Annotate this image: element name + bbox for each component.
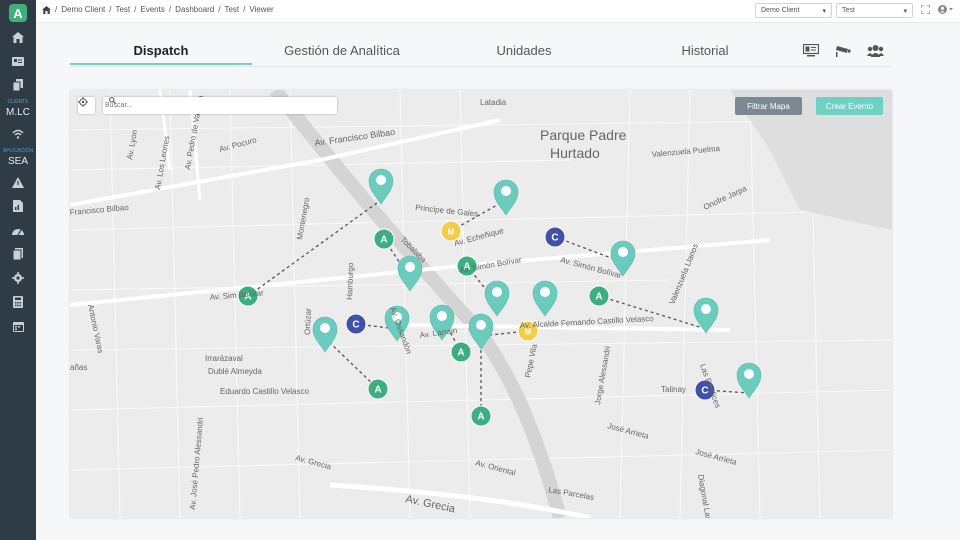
app-label[interactable]: SEA: [0, 156, 36, 167]
unit-marker-letter: A: [380, 235, 387, 246]
filter-map-button[interactable]: Filtrar Mapa: [735, 97, 802, 115]
traffic-light-icon: [492, 287, 502, 297]
client-select[interactable]: Demo Client ▾: [755, 3, 832, 18]
calculator-icon[interactable]: [0, 294, 36, 310]
car-crash-icon: [320, 323, 330, 333]
map-label: añas: [70, 363, 87, 372]
create-event-button[interactable]: Crear Evento: [816, 97, 883, 115]
cctv-camera-icon[interactable]: [835, 44, 851, 60]
locate-button[interactable]: [78, 97, 95, 114]
client-label[interactable]: M.LC: [0, 107, 36, 118]
id-card-icon[interactable]: [0, 53, 36, 69]
active-tab-indicator: [70, 63, 252, 65]
street-light-icon: [476, 320, 486, 330]
warning-icon[interactable]: [0, 174, 36, 190]
dog-icon: [540, 287, 550, 297]
map-label: Talinay: [661, 385, 686, 394]
project-select-value: Test: [842, 7, 855, 14]
unit-marker-letter: A: [477, 412, 484, 423]
client-select-value: Demo Client: [761, 7, 800, 14]
map-search[interactable]: [103, 97, 337, 114]
calendar-icon[interactable]: [0, 318, 36, 334]
breadcrumb-item[interactable]: Demo Client: [61, 5, 105, 14]
map-label: Dublé Almeyda: [208, 367, 262, 376]
unit-marker-letter: A: [374, 385, 381, 396]
graffiti-icon: [744, 369, 754, 379]
user-menu-icon[interactable]: [938, 5, 954, 16]
gear-icon[interactable]: [0, 270, 36, 286]
fire-icon: [376, 175, 386, 185]
map-label: Latadia: [480, 98, 507, 107]
report-icon[interactable]: [0, 198, 36, 214]
person-icon: [501, 186, 511, 196]
map-label: Eduardo Castillo Velasco: [220, 387, 309, 396]
app-caption: APLICACIÓN: [2, 148, 34, 154]
chevron-down-icon: ▾: [903, 7, 907, 15]
dispatch-map[interactable]: AAAAAAACCCMM Latadia Parque Padre Hurtado A…: [70, 90, 892, 518]
unit-marker-carabineros[interactable]: C: [345, 313, 367, 335]
users-group-icon[interactable]: [867, 44, 884, 60]
unit-marker-carabineros[interactable]: C: [544, 226, 566, 248]
breadcrumb-item[interactable]: Test: [115, 5, 130, 14]
breadcrumb-item[interactable]: Dashboard: [175, 5, 214, 14]
home-icon[interactable]: [0, 29, 36, 45]
unit-marker-ambulance[interactable]: A: [588, 285, 610, 307]
home-icon[interactable]: [42, 5, 51, 14]
unit-marker-letter: C: [352, 320, 359, 331]
wifi-icon[interactable]: [0, 126, 36, 142]
unit-marker-ambulance[interactable]: A: [367, 378, 389, 400]
breadcrumb: / Demo Client / Test / Events / Dashboard / …: [42, 5, 274, 14]
main-tabs: Dispatch Gestión de Analítica Unidades H…: [70, 38, 892, 67]
fullscreen-icon[interactable]: [920, 4, 931, 16]
search-icon: [109, 97, 116, 104]
breadcrumb-item: Viewer: [249, 5, 274, 14]
map-label: Ortúzar: [303, 308, 313, 335]
flood-icon: [701, 304, 711, 314]
unit-marker-letter: C: [551, 233, 558, 244]
unit-marker-ambulance[interactable]: A: [470, 405, 492, 427]
tab-history[interactable]: Historial: [630, 43, 780, 58]
copy-icon[interactable]: [0, 77, 36, 93]
search-input[interactable]: [103, 101, 307, 110]
unit-marker-letter: A: [595, 292, 602, 303]
tab-dispatch[interactable]: Dispatch: [70, 43, 252, 58]
fall-icon: [405, 262, 415, 272]
crosshair-icon: [78, 97, 88, 107]
unit-marker-letter: A: [457, 348, 464, 359]
unit-marker-ambulance[interactable]: A: [450, 341, 472, 363]
map-label: Parque Padre: [540, 127, 627, 143]
breadcrumb-item[interactable]: Events: [140, 5, 164, 14]
dashboard-icon[interactable]: [0, 222, 36, 238]
breadcrumb-item[interactable]: Test: [224, 5, 239, 14]
documents-icon[interactable]: [0, 246, 36, 262]
tab-analytics[interactable]: Gestión de Analítica: [260, 43, 424, 58]
tab-units[interactable]: Unidades: [450, 43, 598, 58]
tree-icon: [618, 247, 628, 257]
sidebar: A CLIENTE M.LC APLICACIÓN SEA: [0, 0, 36, 540]
app-logo[interactable]: A: [9, 4, 27, 22]
map-label: Hamburgo: [345, 262, 355, 300]
map-canvas[interactable]: AAAAAAACCCMM LatadiaParque PadreHurtadoA…: [70, 90, 892, 518]
top-bar: / Demo Client / Test / Events / Dashboard / …: [36, 0, 960, 23]
unit-marker-letter: M: [448, 228, 455, 237]
map-label: Irrarázaval: [205, 354, 243, 363]
street-light-icon: [437, 311, 447, 321]
project-select[interactable]: Test ▾: [836, 3, 913, 18]
map-label: Hurtado: [550, 145, 600, 161]
client-caption: CLIENTE: [7, 99, 29, 105]
monitor-icon[interactable]: [802, 43, 820, 60]
unit-marker-ambulance[interactable]: A: [373, 228, 395, 250]
chevron-down-icon: ▾: [822, 7, 826, 15]
